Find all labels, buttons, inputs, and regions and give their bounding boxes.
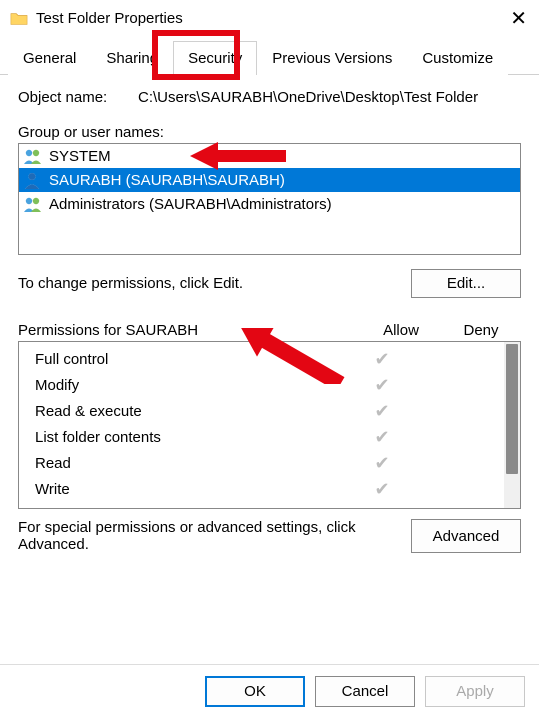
scrollbar-track[interactable]	[504, 342, 520, 508]
permission-name: Modify	[29, 377, 342, 394]
tab-customize[interactable]: Customize	[407, 41, 508, 75]
principals-listbox[interactable]: SYSTEM SAURABH (SAURABH\SAURABH) Adminis…	[18, 143, 521, 255]
object-name-label: Object name:	[18, 89, 138, 106]
close-button[interactable]: ✕	[510, 6, 527, 31]
permission-name: Read & execute	[29, 403, 342, 420]
ok-button[interactable]: OK	[205, 676, 305, 707]
scrollbar-thumb[interactable]	[506, 344, 518, 474]
permission-row: Read ✔	[29, 450, 502, 476]
principal-administrators[interactable]: Administrators (SAURABH\Administrators)	[19, 192, 520, 216]
tab-security[interactable]: Security	[173, 41, 257, 75]
allow-check-icon: ✔	[374, 349, 389, 369]
permission-name: List folder contents	[29, 429, 342, 446]
dialog-button-row: OK Cancel Apply	[205, 676, 525, 707]
group-icon	[23, 195, 43, 213]
security-tab-panel: Object name: C:\Users\SAURABH\OneDrive\D…	[0, 75, 539, 565]
allow-check-icon: ✔	[374, 479, 389, 499]
allow-check-icon: ✔	[374, 427, 389, 447]
window-title: Test Folder Properties	[36, 10, 183, 27]
advanced-hint-text: For special permissions or advanced sett…	[18, 519, 411, 553]
group-icon	[23, 147, 43, 165]
permissions-header: Permissions for SAURABH	[18, 322, 361, 339]
principal-label: SYSTEM	[49, 148, 111, 165]
permission-name: Write	[29, 481, 342, 498]
permission-name: Read	[29, 455, 342, 472]
permissions-listbox: Full control ✔ Modify ✔ Read & execute ✔…	[18, 341, 521, 509]
permission-name: Full control	[29, 351, 342, 368]
deny-column-header: Deny	[441, 322, 521, 339]
apply-button[interactable]: Apply	[425, 676, 525, 707]
permission-row: Write ✔	[29, 476, 502, 502]
divider	[0, 664, 539, 665]
permission-row: List folder contents ✔	[29, 424, 502, 450]
tab-sharing[interactable]: Sharing	[91, 41, 173, 75]
allow-check-icon: ✔	[374, 401, 389, 421]
allow-column-header: Allow	[361, 322, 441, 339]
tab-previous-versions[interactable]: Previous Versions	[257, 41, 407, 75]
principal-label: Administrators (SAURABH\Administrators)	[49, 196, 332, 213]
permission-row: Full control ✔	[29, 346, 502, 372]
group-user-names-label: Group or user names:	[18, 124, 521, 141]
allow-check-icon: ✔	[374, 375, 389, 395]
titlebar: Test Folder Properties ✕	[0, 0, 539, 36]
tab-general[interactable]: General	[8, 41, 91, 75]
edit-hint-text: To change permissions, click Edit.	[18, 275, 411, 292]
principal-label: SAURABH (SAURABH\SAURABH)	[49, 172, 285, 189]
object-name-value: C:\Users\SAURABH\OneDrive\Desktop\Test F…	[138, 89, 478, 106]
permission-row: Modify ✔	[29, 372, 502, 398]
allow-check-icon: ✔	[374, 453, 389, 473]
user-icon	[23, 171, 43, 189]
tabstrip: General Sharing Security Previous Versio…	[0, 40, 539, 75]
cancel-button[interactable]: Cancel	[315, 676, 415, 707]
folder-icon	[10, 11, 28, 25]
advanced-button[interactable]: Advanced	[411, 519, 521, 553]
edit-button[interactable]: Edit...	[411, 269, 521, 298]
permission-row: Read & execute ✔	[29, 398, 502, 424]
principal-system[interactable]: SYSTEM	[19, 144, 520, 168]
principal-saurabh[interactable]: SAURABH (SAURABH\SAURABH)	[19, 168, 520, 192]
